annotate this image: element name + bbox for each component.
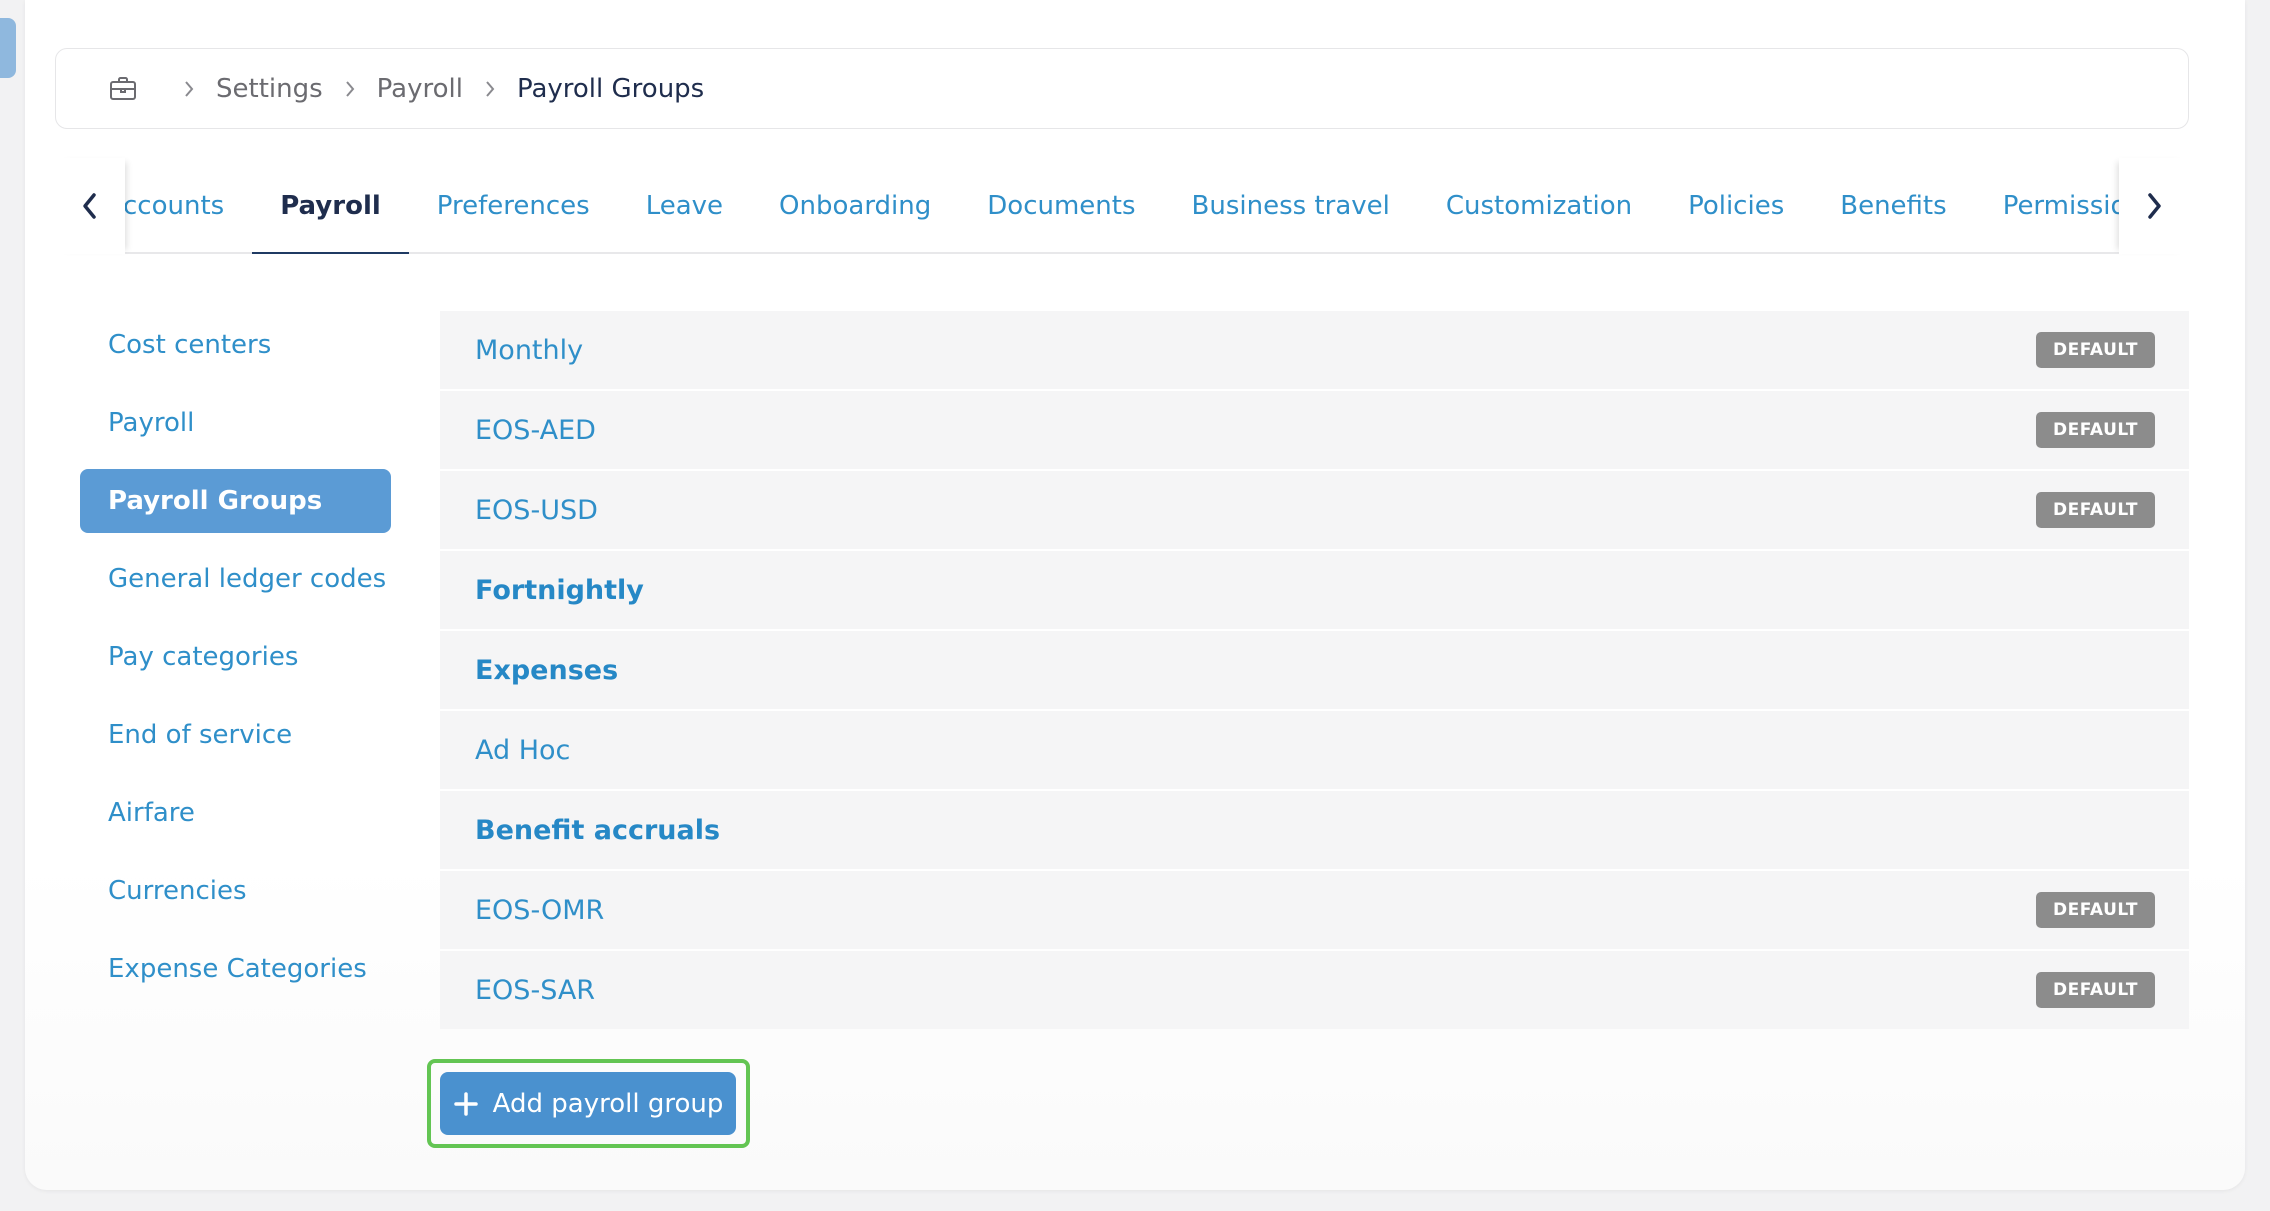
payroll-groups-list: Monthly DEFAULT EOS-AED DEFAULT EOS-USD … [440, 311, 2189, 1031]
plus-icon [453, 1091, 479, 1117]
list-item[interactable]: EOS-OMR DEFAULT [440, 871, 2189, 949]
add-payroll-group-button[interactable]: Add payroll group [440, 1072, 736, 1135]
tab-customization[interactable]: Customization [1418, 158, 1660, 254]
group-name[interactable]: EOS-OMR [475, 895, 604, 926]
list-item[interactable]: EOS-USD DEFAULT [440, 471, 2189, 549]
chevron-right-icon [483, 78, 497, 100]
side-item-cost-centers[interactable]: Cost centers [80, 313, 391, 377]
default-badge: DEFAULT [2036, 412, 2155, 448]
group-name[interactable]: Ad Hoc [475, 735, 570, 766]
edge-handle[interactable] [0, 18, 16, 78]
tab-accounts[interactable]: ccounts [125, 158, 252, 254]
tab-onboarding[interactable]: Onboarding [751, 158, 959, 254]
chevron-right-icon[interactable] [2119, 158, 2189, 254]
default-badge: DEFAULT [2036, 972, 2155, 1008]
tab-policies[interactable]: Policies [1660, 158, 1812, 254]
breadcrumb: Settings Payroll Payroll Groups [55, 48, 2189, 129]
payroll-side-menu: Cost centers Payroll Payroll Groups Gene… [80, 313, 391, 1015]
chevron-left-icon[interactable] [55, 158, 125, 254]
chevron-right-icon [182, 78, 196, 100]
breadcrumb-current: Payroll Groups [516, 73, 705, 104]
breadcrumb-payroll[interactable]: Payroll [377, 74, 463, 104]
list-item[interactable]: Monthly DEFAULT [440, 311, 2189, 389]
tab-permissions[interactable]: Permissions [1975, 158, 2119, 254]
briefcase-icon[interactable] [108, 74, 138, 104]
tab-leave[interactable]: Leave [618, 158, 751, 254]
group-name[interactable]: Expenses [475, 655, 618, 686]
settings-tabs: ccounts Payroll Preferences Leave Onboar… [55, 158, 2189, 254]
tab-benefits[interactable]: Benefits [1812, 158, 1974, 254]
list-item[interactable]: Ad Hoc [440, 711, 2189, 789]
tab-list: ccounts Payroll Preferences Leave Onboar… [125, 158, 2119, 254]
side-item-pay-categories[interactable]: Pay categories [80, 625, 391, 689]
tab-documents[interactable]: Documents [959, 158, 1163, 254]
group-name[interactable]: Monthly [475, 335, 583, 366]
default-badge: DEFAULT [2036, 332, 2155, 368]
group-name[interactable]: Fortnightly [475, 575, 644, 606]
side-item-airfare[interactable]: Airfare [80, 781, 391, 845]
list-item[interactable]: Fortnightly [440, 551, 2189, 629]
group-name[interactable]: EOS-USD [475, 495, 598, 526]
default-badge: DEFAULT [2036, 892, 2155, 928]
group-name[interactable]: EOS-SAR [475, 975, 595, 1006]
list-item[interactable]: EOS-SAR DEFAULT [440, 951, 2189, 1029]
side-item-general-ledger-codes[interactable]: General ledger codes [80, 547, 391, 611]
tab-business-travel[interactable]: Business travel [1164, 158, 1418, 254]
group-name[interactable]: EOS-AED [475, 415, 596, 446]
tab-preferences[interactable]: Preferences [409, 158, 618, 254]
side-item-end-of-service[interactable]: End of service [80, 703, 391, 767]
group-name[interactable]: Benefit accruals [475, 815, 720, 846]
side-item-currencies[interactable]: Currencies [80, 859, 391, 923]
side-item-payroll-groups[interactable]: Payroll Groups [80, 469, 391, 533]
chevron-right-icon [343, 78, 357, 100]
default-badge: DEFAULT [2036, 492, 2155, 528]
list-item[interactable]: Expenses [440, 631, 2189, 709]
list-item[interactable]: EOS-AED DEFAULT [440, 391, 2189, 469]
tab-payroll[interactable]: Payroll [252, 158, 409, 254]
side-item-expense-categories[interactable]: Expense Categories [80, 937, 391, 1001]
breadcrumb-settings[interactable]: Settings [216, 74, 323, 104]
add-payroll-group-label: Add payroll group [492, 1088, 724, 1119]
side-item-payroll[interactable]: Payroll [80, 391, 391, 455]
tab-strip: ccounts Payroll Preferences Leave Onboar… [125, 158, 2119, 254]
list-item[interactable]: Benefit accruals [440, 791, 2189, 869]
